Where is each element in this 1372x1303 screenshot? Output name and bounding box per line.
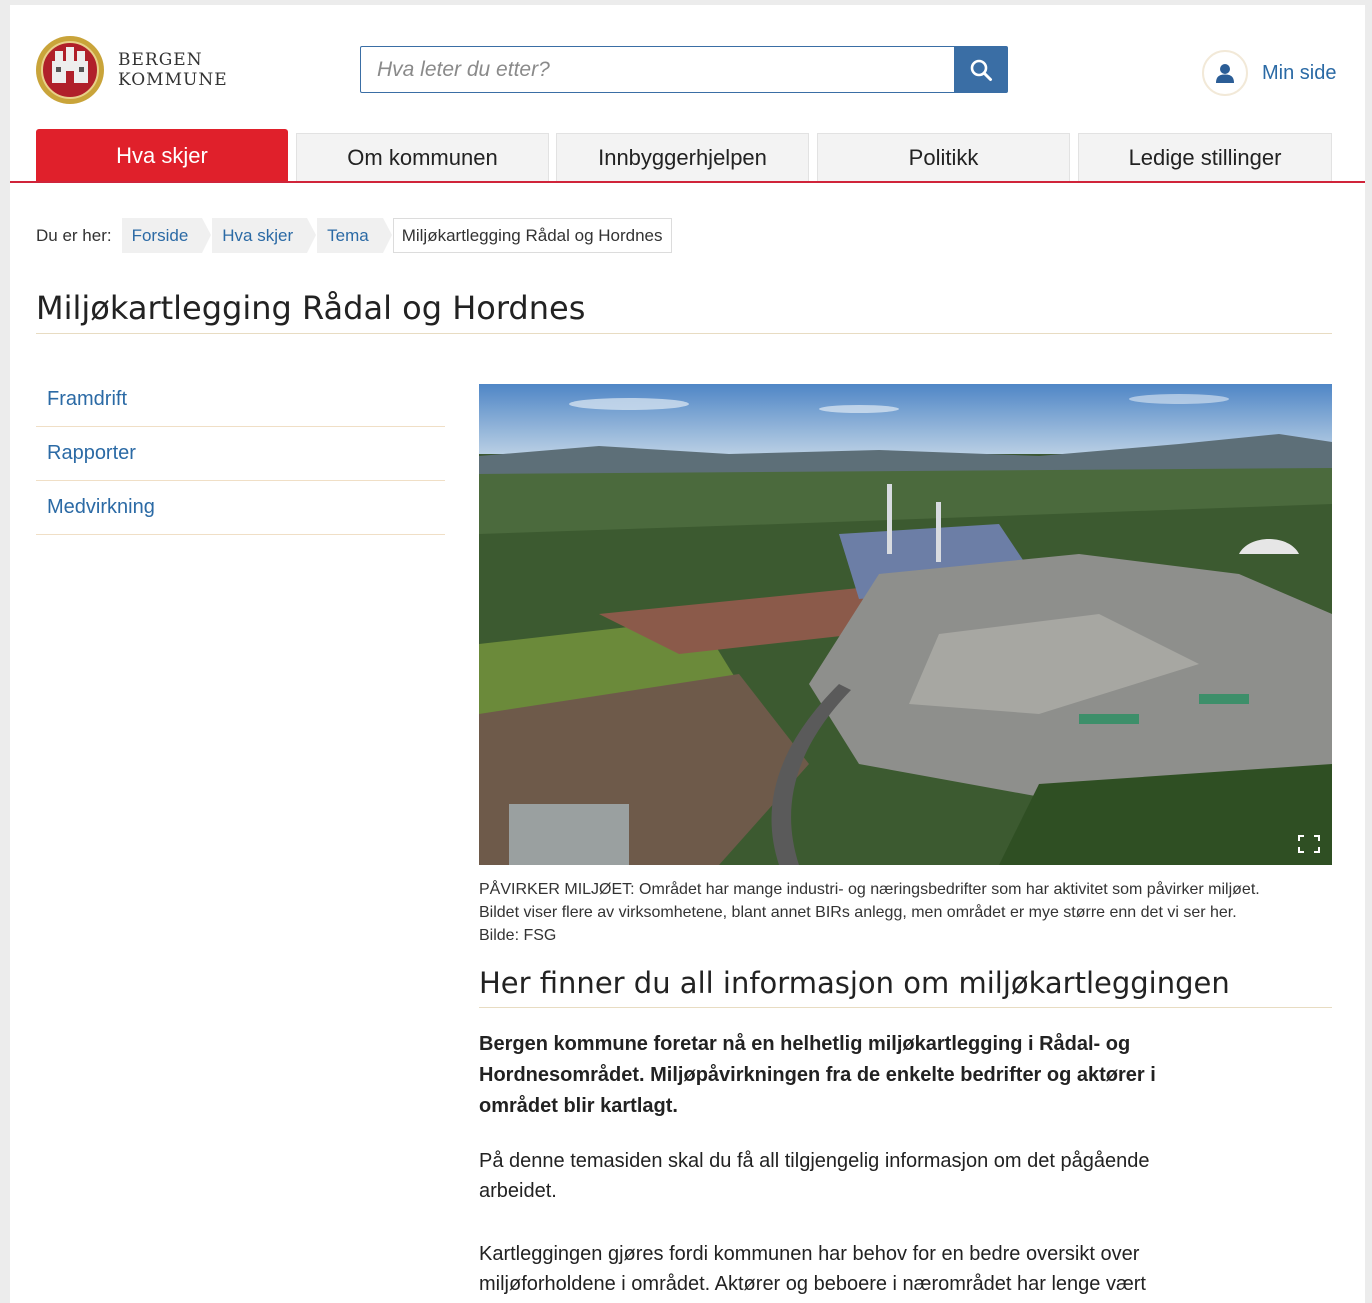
sidebar-item-framdrift[interactable]: Framdrift [36,373,445,427]
page: BERGEN KOMMUNE Min side Hva skjer Om kom… [10,5,1365,1303]
lead-paragraph: Bergen kommune foretar nå en helhetlig m… [479,1033,1156,1117]
min-side-label: Min side [1262,61,1337,84]
sidebar-item-rapporter[interactable]: Rapporter [36,427,445,481]
expand-icon[interactable] [1297,834,1321,854]
search-button[interactable] [954,47,1007,92]
title-divider [36,333,1332,334]
avatar [1202,50,1248,96]
search-icon [970,59,992,81]
sidebar-menu: Framdrift Rapporter Medvirkning [36,373,445,535]
breadcrumb-item-hva-skjer[interactable]: Hva skjer [212,218,316,253]
min-side-link[interactable]: Min side [1202,50,1336,96]
photo-caption: PÅVIRKER MILJØET: Området har mange indu… [479,878,1339,947]
breadcrumb: Du er her: Forside Hva skjer Tema Miljøk… [36,218,672,253]
breadcrumb-item-forside[interactable]: Forside [121,218,211,253]
body-paragraph-1: På denne temasiden skal du få all tilgje… [479,1150,1150,1202]
breadcrumb-item-tema[interactable]: Tema [317,218,392,253]
section-divider [479,1007,1332,1008]
brand-name[interactable]: BERGEN KOMMUNE [118,50,228,90]
tab-politikk[interactable]: Politikk [817,133,1070,181]
aerial-photo-industrial-area[interactable] [479,384,1332,865]
section-heading: Her finner du all informasjon om miljøka… [479,966,1230,1000]
caption-line-1: PÅVIRKER MILJØET: Området har mange indu… [479,881,1260,898]
user-icon [1216,64,1234,83]
search-bar [360,46,1008,93]
caption-credit: Bilde: FSG [479,927,557,944]
breadcrumb-lead: Du er her: [36,225,112,245]
tab-ledige-stillinger[interactable]: Ledige stillinger [1078,133,1332,181]
caption-line-2: Bildet viser flere av virksomhetene, bla… [479,904,1237,921]
bergen-coat-of-arms-logo[interactable] [35,35,105,105]
tab-hva-skjer[interactable]: Hva skjer [36,129,288,181]
tab-om-kommunen[interactable]: Om kommunen [296,133,549,181]
sidebar-item-medvirkning[interactable]: Medvirkning [36,481,445,535]
brand-line-1: BERGEN [118,50,203,70]
search-input[interactable] [361,47,954,92]
page-title: Miljøkartlegging Rådal og Hordnes [36,289,586,327]
body-paragraph-2: Kartleggingen gjøres fordi kommunen har … [479,1243,1146,1295]
main-navigation: Hva skjer Om kommunen Innbyggerhjelpen P… [10,129,1365,183]
breadcrumb-current: Miljøkartlegging Rådal og Hordnes [392,218,672,253]
brand-line-2: KOMMUNE [118,70,228,90]
tab-innbyggerhjelpen[interactable]: Innbyggerhjelpen [556,133,809,181]
